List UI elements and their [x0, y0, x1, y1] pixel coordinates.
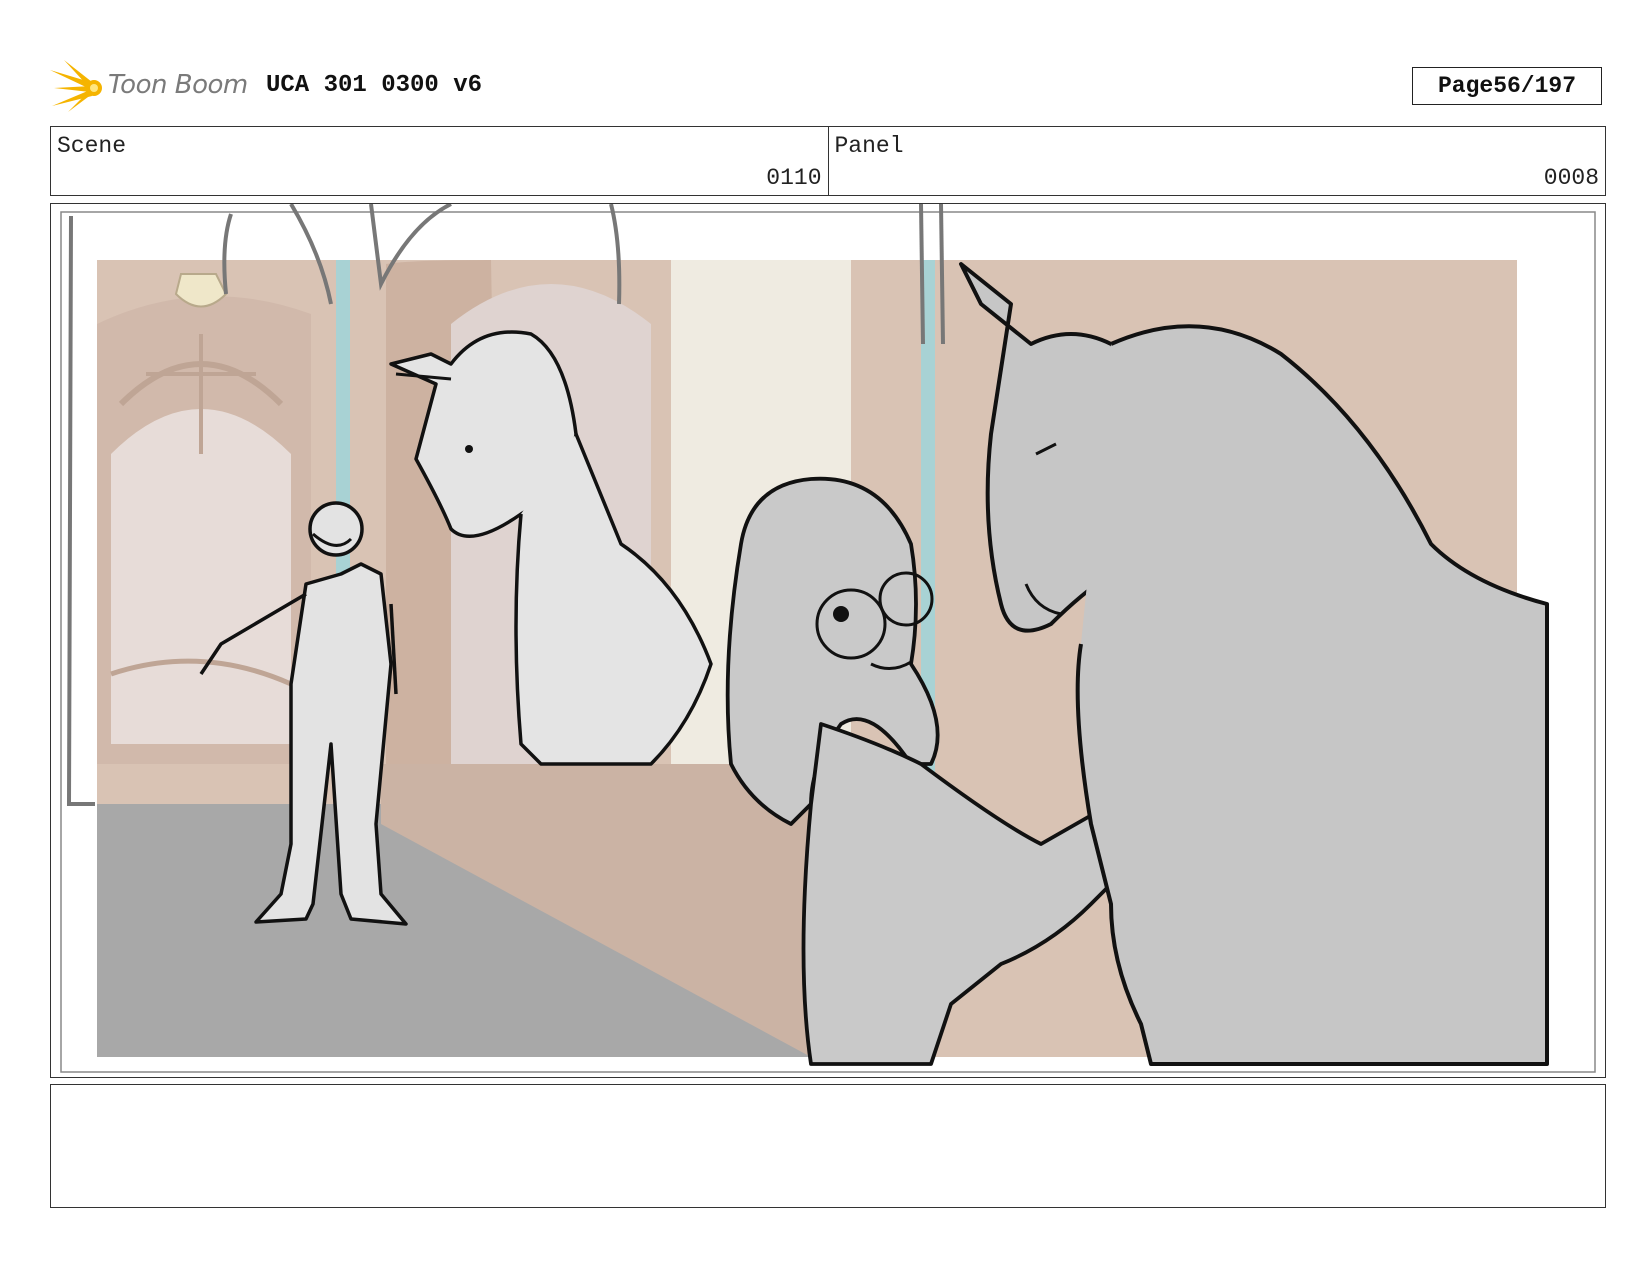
storyboard-panel — [50, 203, 1606, 1078]
document-title: UCA 301 0300 v6 — [266, 72, 483, 99]
page-number: 56/197 — [1493, 73, 1577, 99]
scene-cell: Scene 0110 — [51, 127, 828, 195]
panel-artwork — [60, 204, 1596, 1073]
page-indicator: Page 56/197 — [1412, 67, 1602, 105]
panel-number: 0008 — [1543, 165, 1599, 191]
logo-wordmark: Toon Boom — [108, 70, 248, 100]
notes-box — [50, 1084, 1606, 1208]
panel-cell: Panel 0008 — [827, 127, 1606, 195]
scene-panel-row: Scene 0110 Panel 0008 — [50, 126, 1606, 196]
page-label: Page — [1437, 73, 1494, 99]
scene-label: Scene — [57, 133, 127, 159]
panel-label: Panel — [834, 133, 904, 159]
scene-number: 0110 — [766, 165, 822, 191]
